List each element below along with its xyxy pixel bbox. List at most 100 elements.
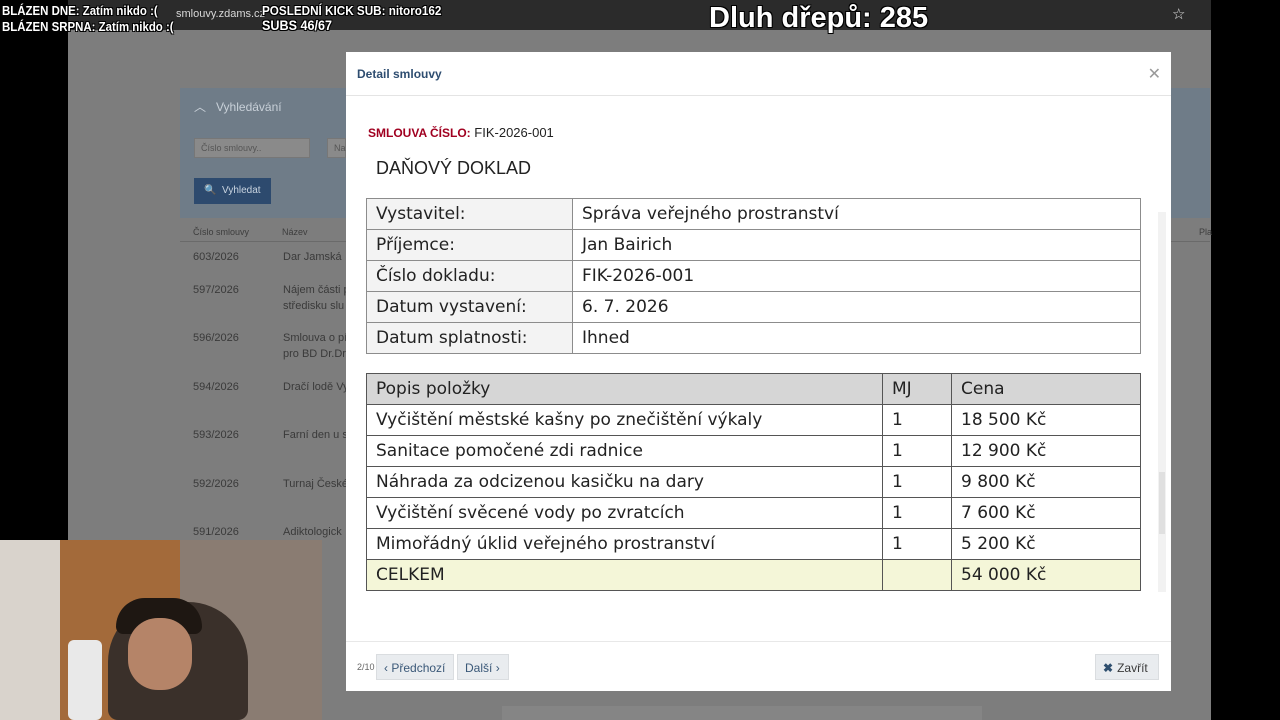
search-button[interactable]: 🔍 Vyhledat	[194, 178, 271, 204]
search-panel-title: Vyhledávání	[216, 100, 282, 114]
table-row-number: 596/2026	[193, 332, 239, 344]
webcam-face	[128, 618, 192, 690]
table-row: Sanitace pomočené zdi radnice 1 12 900 K…	[366, 435, 1141, 467]
invoice-info-table: Vystavitel: Správa veřejného prostranstv…	[366, 198, 1141, 354]
item-price: 5 200 Kč	[951, 528, 1141, 560]
table-row: Vyčištění svěcené vody po zvratcích 1 7 …	[366, 497, 1141, 529]
col-header-right: Pla	[1199, 227, 1213, 237]
table-row-number: 594/2026	[193, 381, 239, 393]
table-row-name-cont: středisku slu	[283, 300, 345, 312]
table-row-name[interactable]: Dračí lodě Vy	[283, 379, 349, 395]
table-row-number: 592/2026	[193, 478, 239, 490]
close-button-label: Zavřít	[1117, 661, 1148, 675]
table-row-name-cont: pro BD Dr.Dro	[283, 348, 353, 360]
contract-number-label: SMLOUVA ČÍSLO:	[368, 126, 471, 140]
table-row: Datum splatnosti: Ihned	[366, 322, 1141, 354]
table-row: Vyčištění městské kašny po znečištění vý…	[366, 404, 1141, 436]
item-price: 18 500 Kč	[951, 404, 1141, 436]
overlay-blazen-srpna: BLÁZEN SRPNA: Zatím nikdo :(	[2, 19, 174, 34]
info-value: 6. 7. 2026	[572, 291, 1141, 323]
col-header-desc: Popis položky	[366, 373, 883, 405]
item-desc: Mimořádný úklid veřejného prostranství	[366, 528, 883, 560]
item-mj: 1	[882, 435, 952, 467]
address-bar[interactable]: smlouvy.zdams.cz	[176, 8, 265, 20]
info-value: Jan Bairich	[572, 229, 1141, 261]
contract-number-value: FIK-2026-001	[474, 125, 554, 140]
col-header-price: Cena	[951, 373, 1141, 405]
overlay-kick-sub: POSLEDNÍ KICK SUB: nitoro162	[262, 3, 442, 18]
table-row: Datum vystavení: 6. 7. 2026	[366, 291, 1141, 323]
table-row-number: 603/2026	[193, 251, 239, 263]
item-mj: 1	[882, 466, 952, 498]
table-row-name[interactable]: Nájem části p	[283, 282, 350, 298]
modal-header: Detail smlouvy ✕	[346, 52, 1171, 96]
info-label: Datum vystavení:	[366, 291, 573, 323]
item-desc: Sanitace pomočené zdi radnice	[366, 435, 883, 467]
info-label: Příjemce:	[366, 229, 573, 261]
table-row-number: 593/2026	[193, 429, 239, 441]
table-row-name[interactable]: Farní den u s	[283, 427, 348, 443]
table-header-row: Popis položky MJ Cena	[366, 373, 1141, 405]
item-mj: 1	[882, 404, 952, 436]
chevron-right-icon: ›	[495, 661, 500, 675]
item-mj: 1	[882, 528, 952, 560]
item-desc: Vyčištění svěcené vody po zvratcích	[366, 497, 883, 529]
total-price: 54 000 Kč	[951, 559, 1141, 591]
modal-scrollbar-thumb[interactable]	[1159, 472, 1165, 534]
table-row-number: 591/2026	[193, 526, 239, 538]
overlay-subs: SUBS 46/67	[262, 17, 333, 33]
previous-button[interactable]: ‹ Předchozí	[376, 654, 454, 680]
contract-detail-modal: Detail smlouvy ✕ SMLOUVA ČÍSLO: FIK-2026…	[346, 52, 1171, 691]
item-mj: 1	[882, 497, 952, 529]
info-label: Datum splatnosti:	[366, 322, 573, 354]
item-price: 9 800 Kč	[951, 466, 1141, 498]
col-header-mj: MJ	[882, 373, 952, 405]
pagination[interactable]	[502, 706, 982, 720]
previous-button-label: Předchozí	[391, 661, 446, 675]
overlay-squat-debt: Dluh dřepů: 285	[709, 2, 929, 34]
search-button-label: Vyhledat	[222, 185, 261, 196]
table-row: Mimořádný úklid veřejného prostranství 1…	[366, 528, 1141, 560]
contract-number-input[interactable]: Číslo smlouvy..	[194, 138, 310, 158]
name-input[interactable]: Na	[327, 138, 346, 158]
webcam-feed	[0, 540, 322, 720]
table-row-name[interactable]: Dar Jamská	[283, 249, 342, 265]
info-label: Číslo dokladu:	[366, 260, 573, 292]
item-desc: Vyčištění městské kašny po znečištění vý…	[366, 404, 883, 436]
table-row-name[interactable]: Smlouva o pí	[283, 330, 347, 346]
table-row-name[interactable]: Adiktologick	[283, 524, 342, 540]
page-counter: 2/10	[357, 662, 375, 672]
chevron-up-icon: ︿	[194, 100, 207, 114]
contract-number-line: SMLOUVA ČÍSLO: FIK-2026-001	[368, 125, 554, 140]
table-row: Číslo dokladu: FIK-2026-001	[366, 260, 1141, 292]
close-icon: ✖	[1103, 661, 1114, 675]
stream-frame: smlouvy.zdams.cz ☆ ︿ Vyhledávání Číslo s…	[0, 0, 1280, 720]
table-row-name[interactable]: Turnaj České	[283, 476, 348, 492]
col-header-name: Název	[282, 227, 308, 237]
info-value: FIK-2026-001	[572, 260, 1141, 292]
microphone	[68, 640, 102, 720]
close-icon[interactable]: ✕	[1148, 64, 1161, 84]
info-value: Ihned	[572, 322, 1141, 354]
overlay-blazen-dne: BLÁZEN DNE: Zatím nikdo :(	[2, 3, 158, 18]
item-desc: Náhrada za odcizenou kasičku na dary	[366, 466, 883, 498]
item-price: 7 600 Kč	[951, 497, 1141, 529]
table-row: Vystavitel: Správa veřejného prostranstv…	[366, 198, 1141, 230]
total-row: CELKEM 54 000 Kč	[366, 559, 1141, 591]
chevron-left-icon: ‹	[384, 661, 388, 675]
table-row: Náhrada za odcizenou kasičku na dary 1 9…	[366, 466, 1141, 498]
invoice-items-table: Popis položky MJ Cena Vyčištění městské …	[366, 373, 1141, 591]
close-button[interactable]: ✖ Zavřít	[1095, 654, 1159, 680]
col-header-number: Číslo smlouvy	[193, 227, 250, 237]
star-icon[interactable]: ☆	[1172, 5, 1185, 23]
modal-title: Detail smlouvy	[357, 67, 442, 81]
info-value: Správa veřejného prostranství	[572, 198, 1141, 230]
modal-footer: 2/10 ‹ Předchozí Další › ✖ Zavřít	[346, 641, 1171, 691]
next-button[interactable]: Další ›	[457, 654, 509, 680]
modal-scrollbar[interactable]	[1158, 212, 1166, 592]
document-title: DAŇOVÝ DOKLAD	[376, 158, 532, 178]
table-row-number: 597/2026	[193, 284, 239, 296]
next-button-label: Další	[465, 661, 493, 675]
table-row: Příjemce: Jan Bairich	[366, 229, 1141, 261]
total-label: CELKEM	[366, 559, 883, 591]
